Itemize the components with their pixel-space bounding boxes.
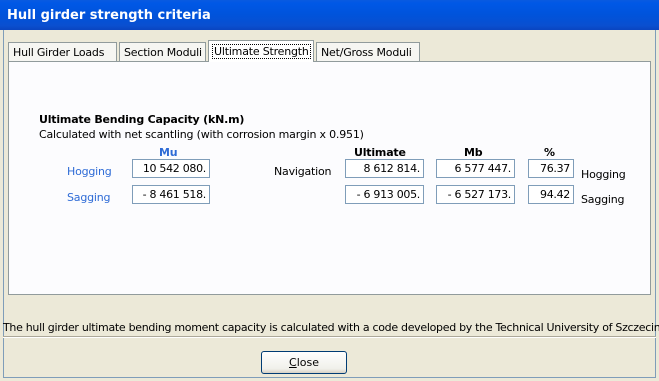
title-bar[interactable]: Hull girder strength criteria <box>0 0 659 30</box>
mb-sagging-field[interactable]: - 6 527 173. <box>436 185 515 204</box>
window-body: Hull Girder Loads Section Moduli Ultimat… <box>3 30 659 378</box>
close-button-accel: C <box>289 356 297 369</box>
section-heading: Ultimate Bending Capacity (kN.m) <box>39 113 245 126</box>
col-header-mb: Mb <box>464 146 483 159</box>
navigation-label: Navigation <box>274 165 332 178</box>
sagging-label: Sagging <box>67 191 111 204</box>
tab-net-gross-moduli[interactable]: Net/Gross Moduli <box>316 42 420 62</box>
separator <box>3 336 656 338</box>
footer-note: The hull girder ultimate bending moment … <box>3 321 659 334</box>
mu-sagging-field[interactable]: - 8 461 518. <box>132 185 210 204</box>
section-subheading: Calculated with net scantling (with corr… <box>39 128 364 141</box>
tab-hull-girder-loads[interactable]: Hull Girder Loads <box>8 42 117 62</box>
tab-ultimate-strength[interactable]: Ultimate Strength <box>208 40 314 62</box>
ultimate-sagging-field[interactable]: - 6 913 005. <box>345 185 424 204</box>
col-header-percent: % <box>544 146 555 159</box>
window-title: Hull girder strength criteria <box>7 8 211 23</box>
close-button-label: lose <box>296 356 319 369</box>
close-button[interactable]: Close <box>261 351 347 374</box>
row-label-sagging: Sagging <box>581 193 625 206</box>
tab-section-moduli[interactable]: Section Moduli <box>119 42 206 62</box>
ultimate-strength-panel: Ultimate Bending Capacity (kN.m) Calcula… <box>8 61 651 295</box>
mb-hogging-field[interactable]: 6 577 447. <box>436 159 515 178</box>
row-label-hogging: Hogging <box>581 168 626 181</box>
col-header-mu: Mu <box>159 146 178 159</box>
pct-hogging-field[interactable]: 76.37 <box>528 159 574 178</box>
col-header-ultimate: Ultimate <box>354 146 406 159</box>
ultimate-hogging-field[interactable]: 8 612 814. <box>345 159 424 178</box>
hogging-label: Hogging <box>67 165 112 178</box>
mu-hogging-field[interactable]: 10 542 080. <box>132 159 210 178</box>
pct-sagging-field[interactable]: 94.42 <box>528 185 574 204</box>
